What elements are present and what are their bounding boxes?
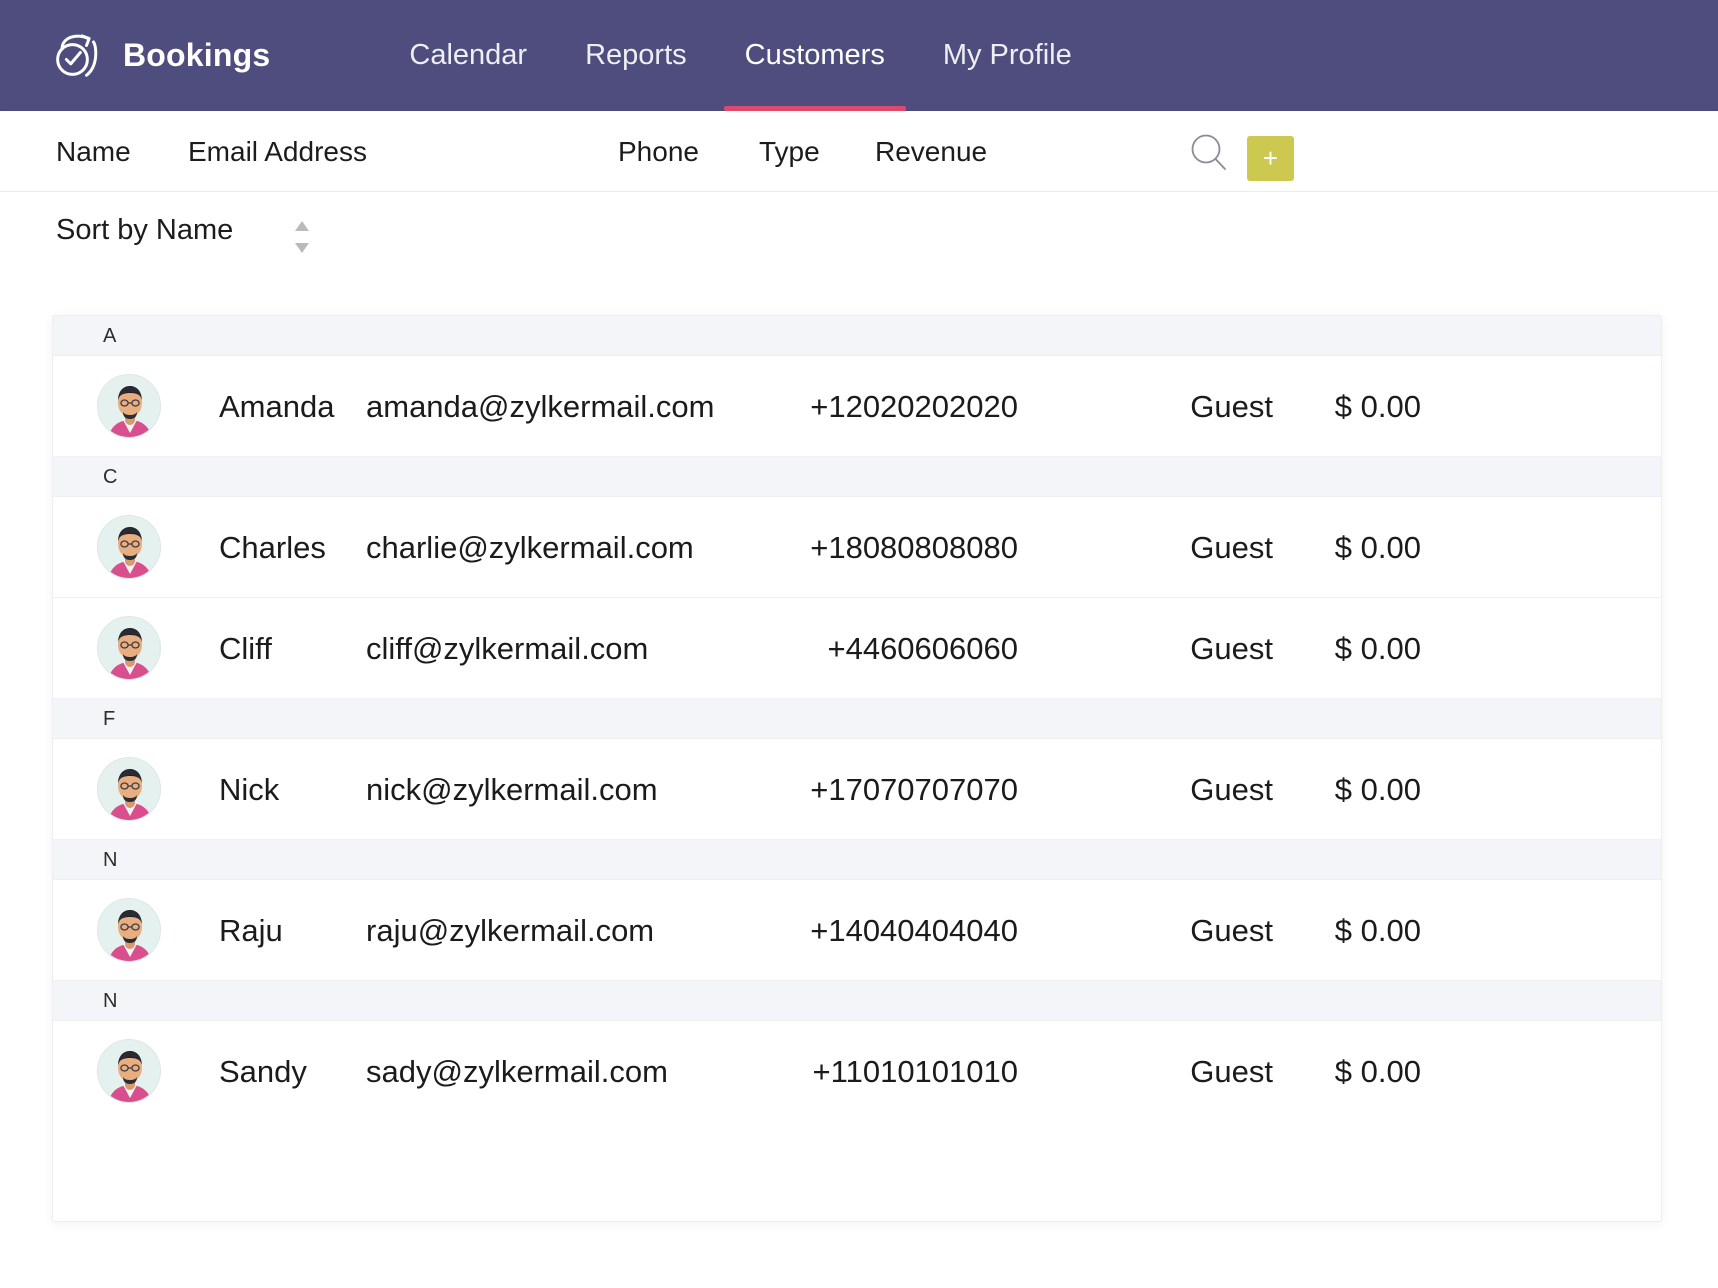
cell-type: Guest: [1190, 1054, 1273, 1089]
cell-revenue: $ 0.00: [1334, 1054, 1421, 1089]
group-header: C: [53, 457, 1661, 497]
cell-name: Cliff: [219, 631, 272, 666]
cell-email: amanda@zylkermail.com: [366, 389, 715, 424]
cell-type: Guest: [1190, 772, 1273, 807]
cell-name: Amanda: [219, 389, 335, 424]
cell-phone: +11010101010: [812, 1054, 1018, 1089]
clock-check-refresh-icon: [48, 28, 104, 84]
column-header-bar: Name Email Address Phone Type Revenue +: [0, 111, 1718, 192]
cell-name: Charles: [219, 530, 326, 565]
cell-name: Sandy: [219, 1054, 307, 1089]
brand-name: Bookings: [123, 37, 271, 73]
list-bottom-spacer: [53, 1122, 1661, 1210]
table-row[interactable]: Cliff cliff@zylkermail.com +4460606060 G…: [53, 598, 1661, 699]
table-row[interactable]: Sandy sady@zylkermail.com +11010101010 G…: [53, 1021, 1661, 1122]
cell-phone: +17070707070: [810, 772, 1018, 807]
column-header-name[interactable]: Name: [56, 111, 131, 192]
nav-item-customers[interactable]: Customers: [716, 0, 914, 111]
brand[interactable]: Bookings: [48, 28, 270, 84]
main-nav: Calendar Reports Customers My Profile: [380, 0, 1100, 111]
cell-email: cliff@zylkermail.com: [366, 631, 649, 666]
group-header: A: [53, 316, 1661, 356]
cell-name: Raju: [219, 913, 283, 948]
cell-email: nick@zylkermail.com: [366, 772, 658, 807]
cell-phone: +14040404040: [810, 913, 1018, 948]
cell-email: charlie@zylkermail.com: [366, 530, 694, 565]
cell-revenue: $ 0.00: [1334, 389, 1421, 424]
cell-name: Nick: [219, 772, 280, 807]
group-header: F: [53, 699, 1661, 739]
cell-type: Guest: [1190, 631, 1273, 666]
group-header: N: [53, 981, 1661, 1021]
cell-email: sady@zylkermail.com: [366, 1054, 668, 1089]
avatar: [97, 616, 161, 680]
sort-by-name-label[interactable]: Sort by Name: [56, 214, 233, 247]
avatar: [97, 898, 161, 962]
column-header-type[interactable]: Type: [759, 111, 820, 192]
cell-type: Guest: [1190, 530, 1273, 565]
cell-type: Guest: [1190, 913, 1273, 948]
avatar: [97, 515, 161, 579]
table-row[interactable]: Charles charlie@zylkermail.com +18080808…: [53, 497, 1661, 598]
cell-phone: +4460606060: [827, 631, 1018, 666]
sort-bar: Sort by Name: [0, 192, 1718, 290]
cell-revenue: $ 0.00: [1334, 772, 1421, 807]
cell-revenue: $ 0.00: [1334, 631, 1421, 666]
cell-phone: +12020202020: [810, 389, 1018, 424]
nav-item-my-profile[interactable]: My Profile: [914, 0, 1101, 111]
table-row[interactable]: Nick nick@zylkermail.com +17070707070 Gu…: [53, 739, 1661, 840]
bookings-app: Bookings Calendar Reports Customers My P…: [0, 0, 1718, 1288]
cell-revenue: $ 0.00: [1334, 530, 1421, 565]
customer-list-card: A Amanda amanda@zylkermail.com +12020202…: [52, 315, 1662, 1222]
cell-type: Guest: [1190, 389, 1273, 424]
avatar: [97, 374, 161, 438]
add-customer-button[interactable]: +: [1247, 136, 1294, 181]
column-header-phone[interactable]: Phone: [618, 111, 699, 192]
group-header: N: [53, 840, 1661, 880]
column-header-email[interactable]: Email Address: [188, 111, 367, 192]
cell-phone: +18080808080: [810, 530, 1018, 565]
avatar: [97, 757, 161, 821]
search-icon[interactable]: [1188, 132, 1230, 174]
nav-item-reports[interactable]: Reports: [556, 0, 716, 111]
table-row[interactable]: Raju raju@zylkermail.com +14040404040 Gu…: [53, 880, 1661, 981]
cell-email: raju@zylkermail.com: [366, 913, 655, 948]
cell-revenue: $ 0.00: [1334, 913, 1421, 948]
column-header-revenue[interactable]: Revenue: [875, 111, 987, 192]
table-row[interactable]: Amanda amanda@zylkermail.com +1202020202…: [53, 356, 1661, 457]
sort-updown-icon[interactable]: [292, 220, 312, 254]
nav-item-calendar[interactable]: Calendar: [380, 0, 556, 111]
avatar: [97, 1039, 161, 1103]
top-navigation-bar: Bookings Calendar Reports Customers My P…: [0, 0, 1718, 111]
